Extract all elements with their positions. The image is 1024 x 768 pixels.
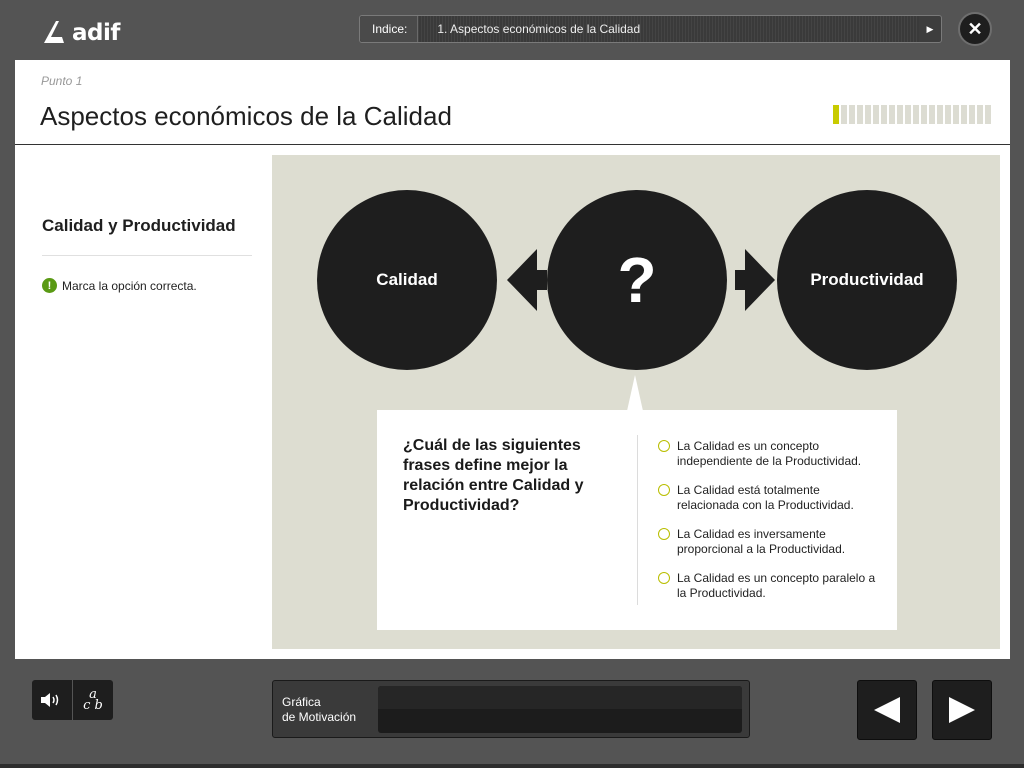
speaker-icon bbox=[41, 693, 59, 707]
bottom-edge bbox=[0, 764, 1024, 768]
progress-segment bbox=[921, 105, 927, 124]
radio-button[interactable] bbox=[658, 484, 670, 496]
progress-segment bbox=[985, 105, 991, 124]
section-divider bbox=[42, 255, 252, 256]
progress-indicator bbox=[833, 105, 991, 124]
motivation-graph: Gráfica de Motivación bbox=[272, 680, 750, 738]
title-divider bbox=[15, 144, 1010, 145]
radio-button[interactable] bbox=[658, 440, 670, 452]
progress-segment bbox=[945, 105, 951, 124]
circle-calidad-label: Calidad bbox=[376, 270, 438, 289]
question-divider bbox=[637, 435, 638, 605]
answer-options: La Calidad es un concepto independiente … bbox=[658, 439, 883, 615]
progress-segment bbox=[961, 105, 967, 124]
progress-segment bbox=[849, 105, 855, 124]
progress-segment bbox=[889, 105, 895, 124]
progress-segment bbox=[833, 105, 839, 124]
content-panel: Punto 1 Aspectos económicos de la Calida… bbox=[15, 60, 1010, 659]
point-label: Punto 1 bbox=[41, 74, 83, 88]
progress-segment bbox=[865, 105, 871, 124]
progress-segment bbox=[953, 105, 959, 124]
index-current-value[interactable]: 1. Aspectos económicos de la Calidad bbox=[418, 16, 919, 42]
circle-productividad: Productividad bbox=[777, 190, 957, 370]
progress-segment bbox=[841, 105, 847, 124]
radio-button[interactable] bbox=[658, 528, 670, 540]
motivation-label: Gráfica de Motivación bbox=[282, 695, 356, 725]
progress-segment bbox=[937, 105, 943, 124]
close-button[interactable]: ✕ bbox=[958, 12, 992, 46]
arrow-left-icon bbox=[507, 249, 547, 316]
progress-segment bbox=[881, 105, 887, 124]
answer-option[interactable]: La Calidad es inversamente proporcional … bbox=[658, 527, 883, 557]
index-selector[interactable]: Indice: 1. Aspectos económicos de la Cal… bbox=[359, 15, 942, 43]
next-button[interactable] bbox=[932, 680, 992, 740]
answer-option[interactable]: La Calidad está totalmente relacionada c… bbox=[658, 483, 883, 513]
question-bubble: ¿Cuál de las siguientes frases define me… bbox=[377, 410, 897, 630]
instruction: ! Marca la opción correcta. bbox=[42, 278, 197, 293]
answer-option-label[interactable]: La Calidad es un concepto independiente … bbox=[677, 439, 883, 469]
progress-segment bbox=[873, 105, 879, 124]
adif-logo-mark-icon bbox=[44, 21, 64, 43]
progress-segment bbox=[969, 105, 975, 124]
circle-question: ? bbox=[547, 190, 727, 370]
progress-segment bbox=[913, 105, 919, 124]
tool-buttons: ac b bbox=[32, 680, 113, 720]
progress-segment bbox=[905, 105, 911, 124]
radio-button[interactable] bbox=[658, 572, 670, 584]
chevron-right-icon[interactable]: ▶ bbox=[919, 16, 941, 42]
glossary-icon: ac b bbox=[83, 687, 103, 713]
motivation-label-line2: de Motivación bbox=[282, 710, 357, 724]
exclamation-icon: ! bbox=[42, 278, 57, 293]
motivation-label-line1: Gráfica bbox=[282, 695, 321, 709]
page-title: Aspectos económicos de la Calidad bbox=[40, 101, 452, 131]
arrow-right-icon bbox=[949, 697, 975, 723]
arrow-left-icon bbox=[874, 697, 900, 723]
answer-option-label[interactable]: La Calidad es inversamente proporcional … bbox=[677, 527, 883, 557]
progress-segment bbox=[929, 105, 935, 124]
question-mark: ? bbox=[617, 244, 657, 316]
logo-text: adif bbox=[72, 19, 120, 46]
instruction-text: Marca la opción correcta. bbox=[62, 278, 197, 293]
bubble-pointer bbox=[627, 375, 643, 411]
motivation-bar bbox=[378, 686, 742, 733]
progress-segment bbox=[977, 105, 983, 124]
progress-segment bbox=[857, 105, 863, 124]
circle-calidad: Calidad bbox=[317, 190, 497, 370]
close-icon: ✕ bbox=[967, 18, 983, 39]
audio-button[interactable] bbox=[32, 680, 72, 720]
question-text: ¿Cuál de las siguientes frases define me… bbox=[403, 437, 584, 514]
progress-segment bbox=[897, 105, 903, 124]
glossary-button[interactable]: ac b bbox=[72, 680, 113, 720]
previous-button[interactable] bbox=[857, 680, 917, 740]
answer-option[interactable]: La Calidad es un concepto paralelo a la … bbox=[658, 571, 883, 601]
answer-option-label[interactable]: La Calidad es un concepto paralelo a la … bbox=[677, 571, 883, 601]
index-label: Indice: bbox=[360, 16, 419, 42]
section-title: Calidad y Productividad bbox=[42, 216, 236, 235]
answer-option-label[interactable]: La Calidad está totalmente relacionada c… bbox=[677, 483, 883, 513]
arrow-right-icon bbox=[735, 249, 775, 316]
activity-stage: Calidad ? Productividad ¿Cuál de las sig… bbox=[272, 155, 1000, 649]
circle-productividad-label: Productividad bbox=[810, 270, 924, 289]
answer-option[interactable]: La Calidad es un concepto independiente … bbox=[658, 439, 883, 469]
adif-logo: adif bbox=[40, 14, 140, 50]
